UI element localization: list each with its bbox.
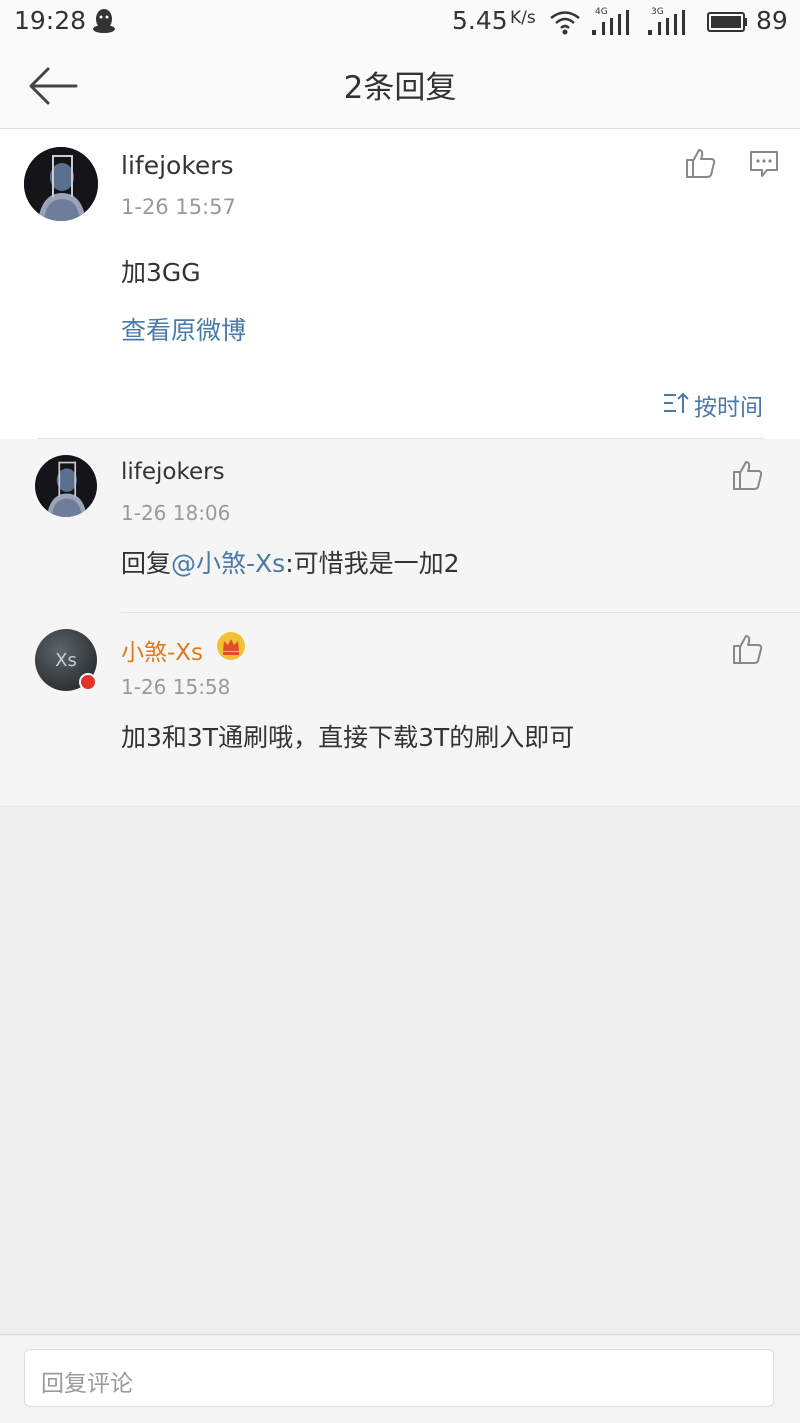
crown-badge-icon (216, 631, 246, 665)
status-bar: 19:28 5.45 K/s 4G 3G 89 (0, 0, 800, 44)
page-title: 2条回复 (343, 70, 457, 106)
signal-icon: 3G (648, 7, 690, 40)
view-original-post-link[interactable]: 查看原微博 (121, 311, 246, 347)
sort-icon (662, 391, 690, 419)
wifi-icon (549, 9, 581, 39)
comment-icon[interactable] (748, 148, 780, 180)
reply-timestamp: 1-26 18:06 (121, 501, 231, 525)
qq-icon (92, 8, 116, 38)
sort-by-time-button[interactable]: 按时间 (662, 389, 763, 421)
reply-timestamp: 1-26 15:58 (121, 675, 231, 699)
net-speed: 5.45 (452, 6, 508, 35)
thumbs-up-icon[interactable] (731, 633, 763, 665)
avatar-initials: Xs (55, 649, 77, 671)
thumbs-up-icon[interactable] (684, 147, 716, 179)
mention-link[interactable]: @小煞-Xs (171, 549, 285, 578)
reply-username[interactable]: 小煞-Xs (121, 633, 203, 667)
sort-label: 按时间 (694, 395, 763, 421)
reply-prefix: 回复 (121, 549, 172, 578)
status-time: 19:28 (14, 6, 87, 35)
battery-icon (706, 12, 748, 36)
verified-badge-icon (79, 673, 97, 691)
reply-content: :可惜我是一加2 (285, 549, 460, 578)
reply-text: 加3和3T通刷哦，直接下载3T的刷入即可 (121, 723, 575, 752)
net-speed-unit: K/s (510, 8, 536, 28)
comment-username[interactable]: lifejokers (121, 151, 234, 180)
avatar[interactable]: Xs (35, 629, 97, 691)
battery-level: 89 (756, 6, 788, 35)
thumbs-up-icon[interactable] (731, 459, 763, 491)
comment-text: 加3GG (121, 258, 201, 287)
reply-comment-input[interactable]: 回复评论 (24, 1349, 774, 1407)
divider (0, 806, 800, 807)
comment-timestamp: 1-26 15:57 (121, 195, 236, 219)
reply-username[interactable]: lifejokers (121, 459, 225, 485)
sim2-network-type: 3G (651, 7, 664, 17)
signal-icon: 4G (592, 7, 634, 40)
avatar[interactable] (24, 147, 98, 221)
divider (121, 612, 800, 613)
avatar[interactable] (35, 455, 97, 517)
sim1-network-type: 4G (595, 7, 608, 17)
reply-text: 回复@小煞-Xs:可惜我是一加2 (121, 544, 460, 580)
